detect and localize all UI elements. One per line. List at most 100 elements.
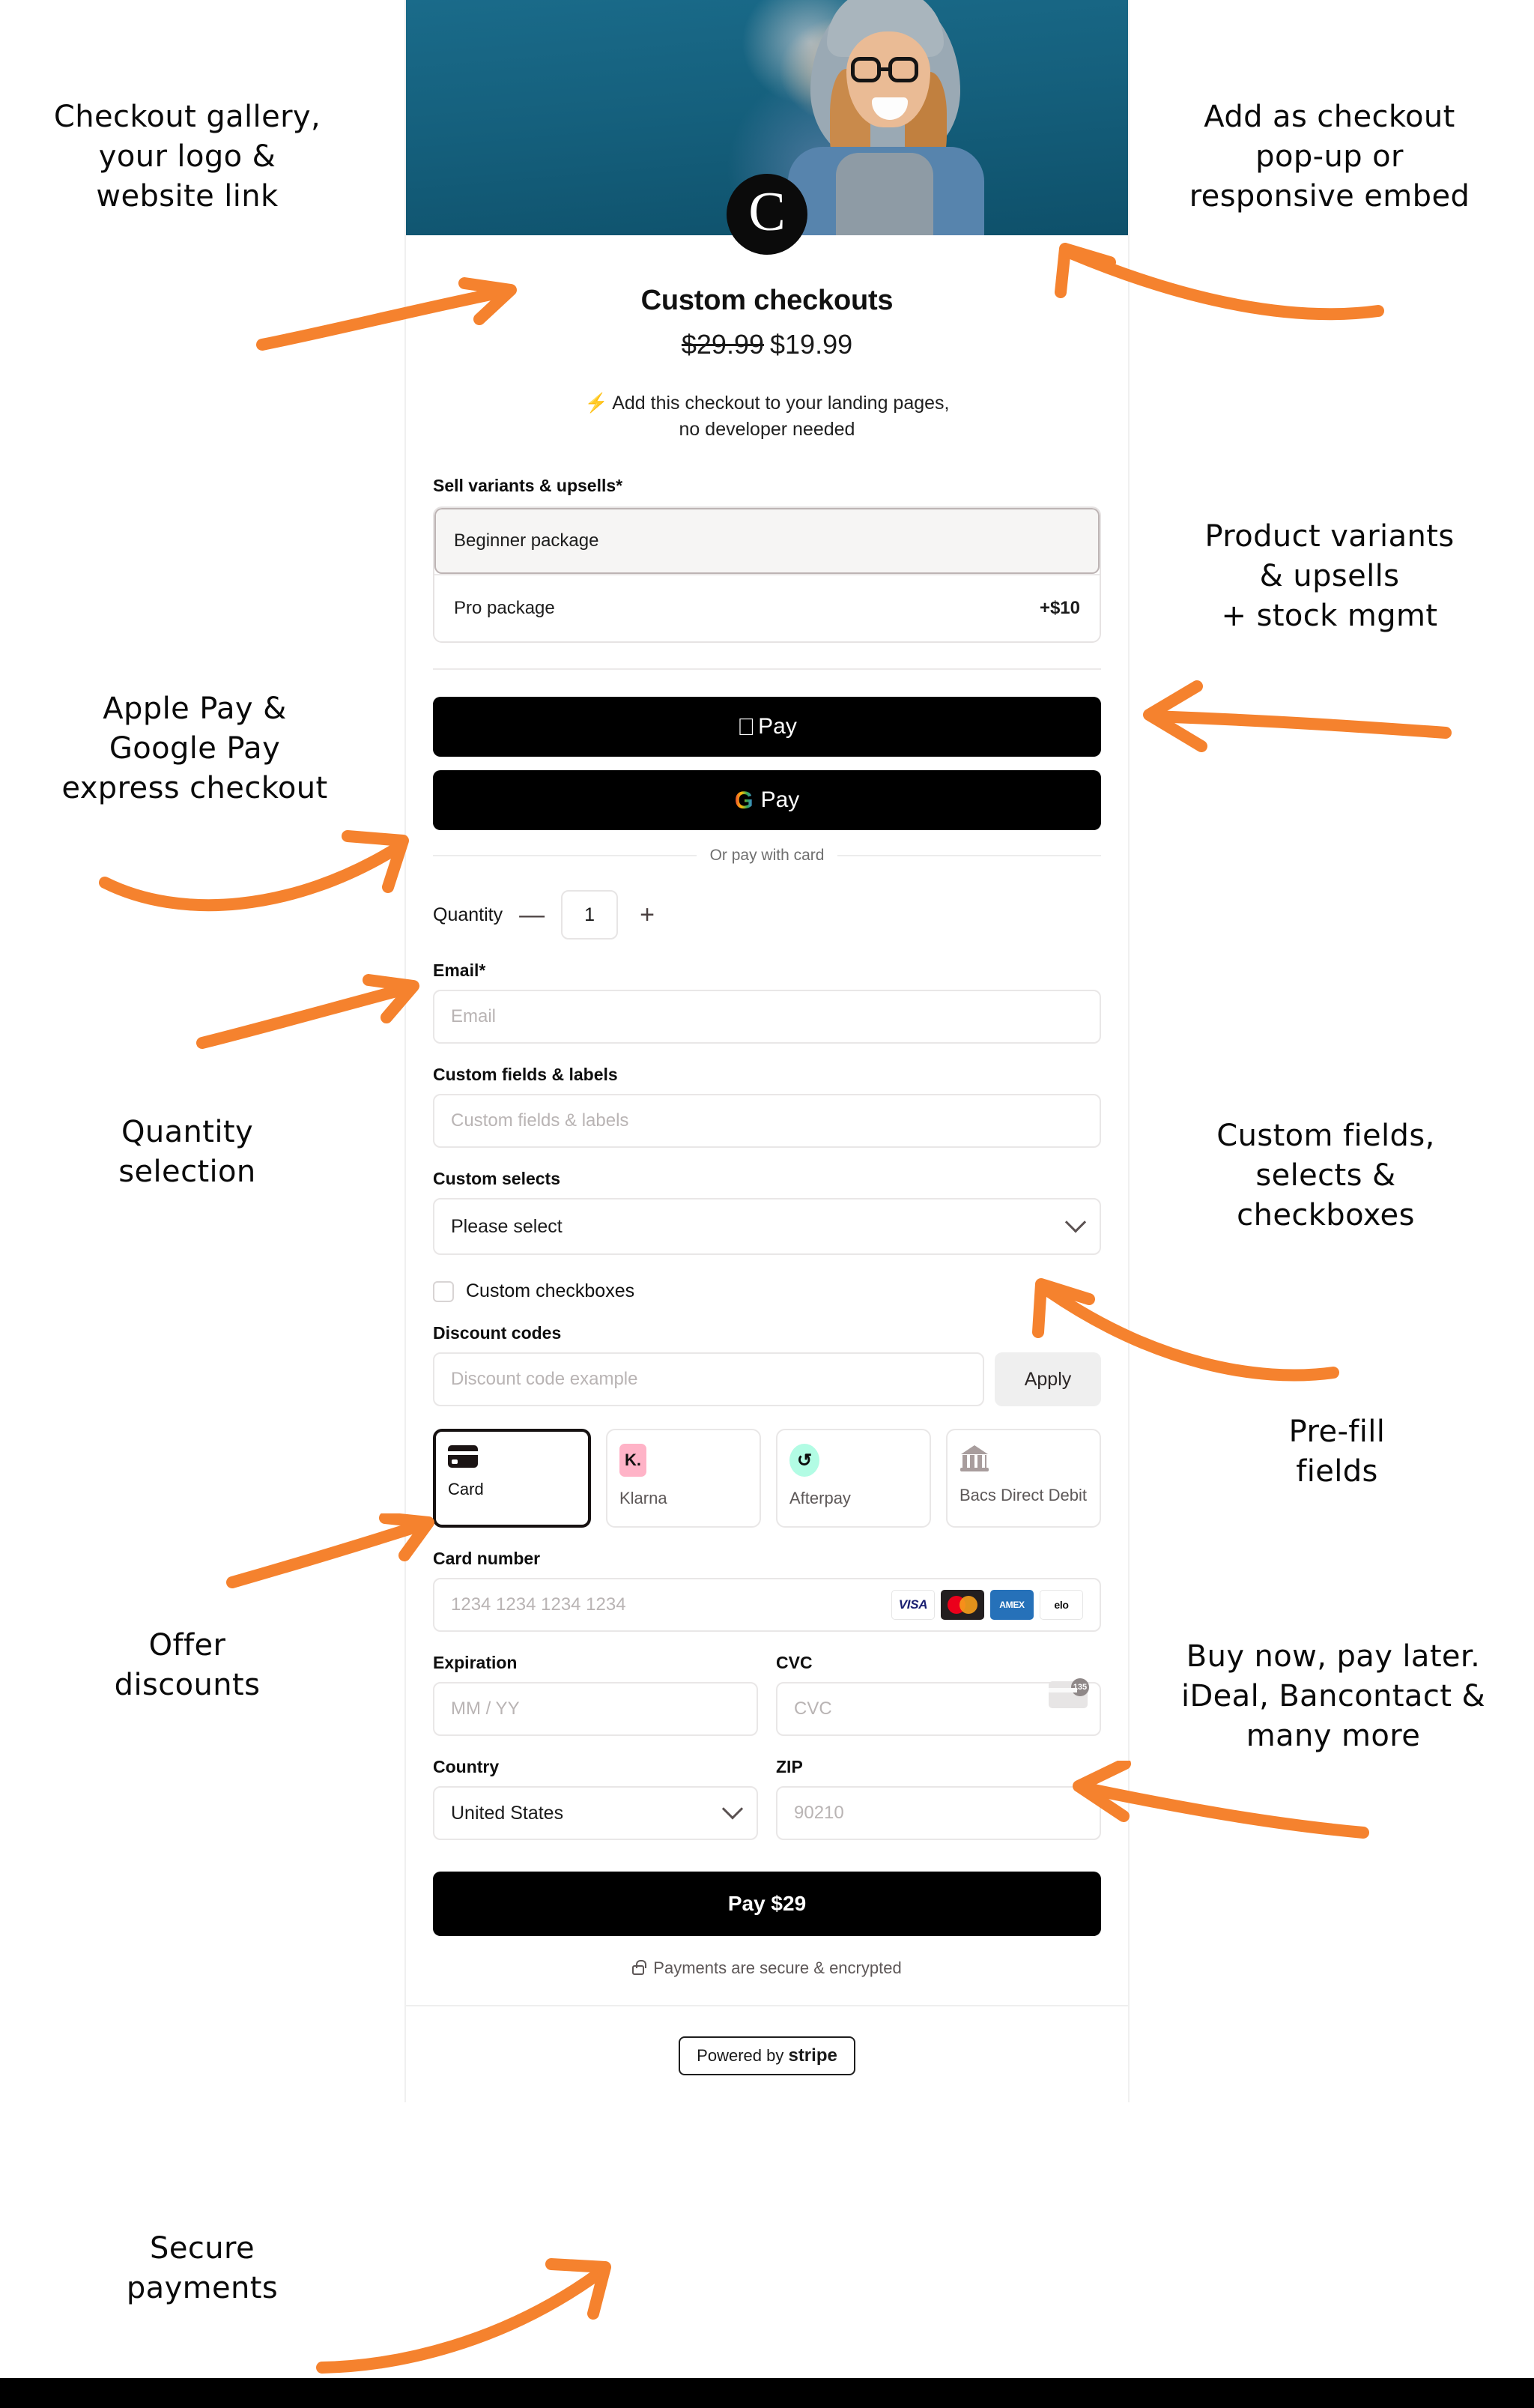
stripe-brand: stripe (788, 2045, 837, 2066)
annotation-line: & upsells (1259, 558, 1400, 593)
quantity-stepper: Quantity — 1 + (433, 890, 1101, 940)
expiration-input[interactable]: MM / YY (433, 1682, 758, 1736)
elo-icon: elo (1040, 1590, 1083, 1620)
credit-card-icon (448, 1445, 478, 1468)
variant-list: Beginner package Pro package +$10 (433, 506, 1101, 643)
secure-text: Payments are secure & encrypted (653, 1958, 902, 1977)
card-number-group: Card number 1234 1234 1234 1234 VISA AM … (433, 1549, 1101, 1632)
cvc-group: CVC CVC 135 (776, 1653, 1101, 1736)
annotation-line: discounts (114, 1667, 261, 1702)
arrow-custom-fields-icon (1032, 1278, 1339, 1382)
arrow-product-variants-icon (1143, 680, 1452, 752)
annotation-line: iDeal, Bancontact & (1180, 1678, 1486, 1713)
quantity-decrement-button[interactable]: — (519, 902, 545, 928)
annotation-line: + stock mgmt (1221, 598, 1438, 633)
price-row: $29.99 $19.99 (448, 329, 1086, 360)
variant-option-pro[interactable]: Pro package +$10 (434, 574, 1100, 641)
annotation-secure-payments: Secure payments (52, 2229, 352, 2308)
google-pay-button[interactable]: G Pay (433, 770, 1101, 830)
custom-fields-input[interactable]: Custom fields & labels (433, 1094, 1101, 1148)
annotation-line: pop-up or (1255, 139, 1404, 174)
custom-selects-dropdown[interactable]: Please select (433, 1198, 1101, 1255)
discount-code-input[interactable]: Discount code example (433, 1352, 984, 1406)
custom-fields-label: Custom fields & labels (433, 1065, 618, 1084)
google-logo-icon: G (734, 786, 754, 814)
zip-input[interactable]: 90210 (776, 1786, 1101, 1840)
annotation-line: Checkout gallery, (53, 100, 321, 134)
arrow-buy-now-pay-later-icon (1073, 1761, 1369, 1839)
card-number-label: Card number (433, 1549, 541, 1568)
country-zip-row: Country United States ZIP 90210 (433, 1757, 1101, 1840)
discount-group: Discount codes Discount code example App… (433, 1323, 1101, 1406)
zip-group: ZIP 90210 (776, 1757, 1101, 1840)
custom-selects-label: Custom selects (433, 1169, 561, 1188)
payment-method-card[interactable]: Card (433, 1429, 591, 1528)
amex-line-2: EX (1013, 1600, 1025, 1610)
quantity-increment-button[interactable]: + (634, 902, 660, 928)
annotation-line: Buy now, pay later. (1186, 1639, 1481, 1674)
custom-checkbox[interactable] (433, 1280, 454, 1302)
annotation-offer-discounts: Offer discounts (30, 1626, 345, 1705)
brand-logo[interactable]: C (727, 174, 807, 255)
chevron-down-icon (721, 1798, 744, 1820)
annotation-line: payments (126, 2270, 279, 2305)
annotation-line: many more (1246, 1718, 1421, 1753)
annotation-quantity-selection: Quantity selection (30, 1113, 345, 1192)
variant-option-beginner[interactable]: Beginner package (434, 508, 1100, 574)
country-value: United States (451, 1802, 564, 1824)
discount-row: Discount code example Apply (433, 1352, 1101, 1406)
annotation-product-variants: Product variants & upsells + stock mgmt (1153, 517, 1506, 635)
email-field[interactable]: Email (433, 990, 1101, 1044)
annotation-line: your logo & (98, 139, 276, 174)
discount-label: Discount codes (433, 1323, 562, 1343)
annotation-line: Pre-fill (1288, 1415, 1386, 1449)
page-title: Custom checkouts (640, 285, 894, 316)
powered-by-stripe-badge[interactable]: Powered by stripe (679, 2036, 855, 2075)
annotation-line: Apple Pay & (103, 692, 287, 726)
or-pay-with-card-divider: Or pay with card (433, 847, 1102, 865)
variants-label: Sell variants & upsells* (433, 476, 623, 495)
tagline-line-1: Add this checkout to your landing pages, (612, 393, 950, 414)
arrow-secure-payments-icon (316, 2258, 611, 2374)
arrow-add-as-popup-icon (1055, 243, 1384, 321)
payment-method-klarna[interactable]: K. Klarna (606, 1429, 761, 1528)
card-number-input[interactable]: 1234 1234 1234 1234 VISA AM EX elo (433, 1578, 1101, 1632)
custom-checkbox-row[interactable]: Custom checkboxes (433, 1280, 1101, 1302)
klarna-icon: K. (619, 1444, 646, 1477)
chevron-down-icon (1064, 1211, 1087, 1233)
cvc-digits: 135 (1071, 1678, 1089, 1696)
pay-button[interactable]: Pay $29 (433, 1872, 1101, 1936)
card-brand-icons: VISA AM EX elo (891, 1590, 1083, 1620)
arrow-offer-discounts-icon (226, 1513, 434, 1588)
annotation-line: Offer (148, 1628, 226, 1663)
annotation-line: Add as checkout (1204, 100, 1455, 134)
payment-method-afterpay[interactable]: ↺ Afterpay (776, 1429, 931, 1528)
annotation-line: selects & (1255, 1158, 1396, 1193)
payment-method-label: Klarna (619, 1489, 667, 1507)
apple-pay-button[interactable]:  Pay (433, 697, 1101, 757)
arrow-express-checkout-icon (99, 830, 409, 912)
payment-method-bacs[interactable]: Bacs Direct Debit (946, 1429, 1101, 1528)
amex-icon: AM EX (990, 1590, 1034, 1620)
bolt-icon: ⚡ (584, 393, 608, 414)
zip-label: ZIP (776, 1757, 803, 1776)
checkout-form: Quantity — 1 + Email* Email Custom field… (406, 890, 1128, 2005)
payment-method-label: Card (448, 1480, 484, 1498)
expiration-group: Expiration MM / YY (433, 1653, 758, 1736)
annotation-checkout-gallery: Checkout gallery, your logo & website li… (30, 97, 345, 216)
custom-selects-group: Custom selects Please select (433, 1169, 1101, 1255)
country-dropdown[interactable]: United States (433, 1786, 758, 1840)
annotation-express-checkout: Apple Pay & Google Pay express checkout (22, 689, 367, 808)
stripe-prefix: Powered by (697, 2046, 784, 2065)
card-number-placeholder: 1234 1234 1234 1234 (451, 1594, 626, 1615)
annotation-line: Product variants (1204, 519, 1455, 554)
variant-name: Pro package (454, 598, 555, 618)
quantity-input[interactable]: 1 (561, 890, 619, 940)
cvc-hint-icon: 135 (1049, 1678, 1089, 1708)
amex-line-1: AM (999, 1600, 1013, 1610)
afterpay-icon: ↺ (789, 1444, 819, 1477)
price-original: $29.99 (681, 329, 764, 360)
annotation-line: checkboxes (1237, 1197, 1415, 1232)
tagline-line-2: no developer needed (679, 419, 855, 440)
expiry-cvc-row: Expiration MM / YY CVC CVC 135 (433, 1653, 1101, 1736)
